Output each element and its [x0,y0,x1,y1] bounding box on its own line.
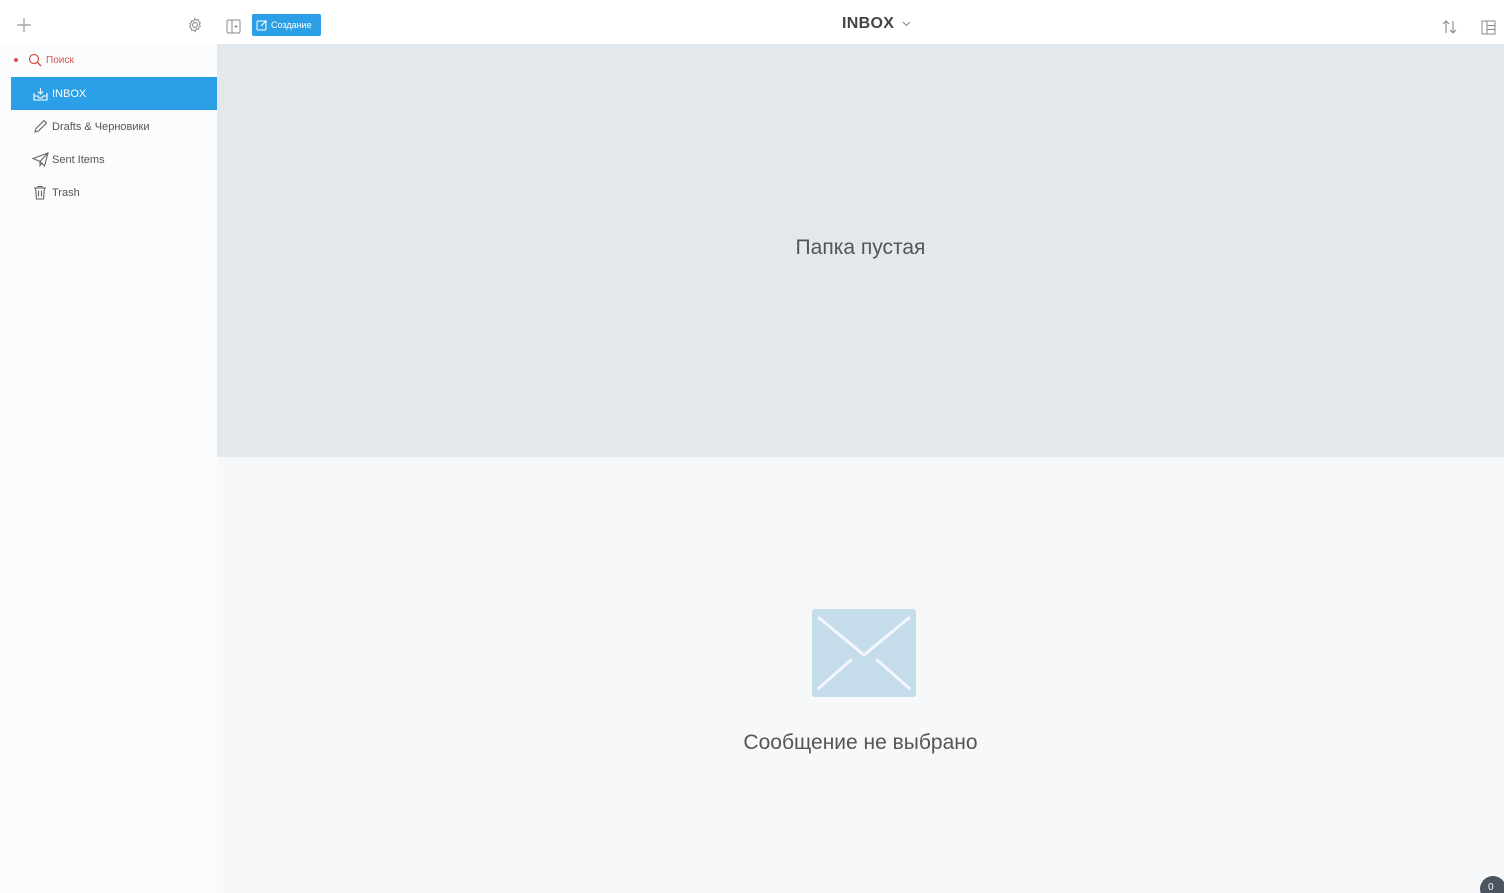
settings-button[interactable] [186,16,204,34]
folder-title: INBOX [842,15,895,32]
notification-badge[interactable]: 0 [1480,876,1504,893]
badge-count: 0 [1488,882,1494,893]
trash-icon [30,185,50,200]
sidebar-item-label: Drafts & Черновики [52,120,150,133]
sidebar-item-label: INBOX [52,87,87,100]
message-preview-pane: Сообщение не выбрано [217,457,1504,893]
add-account-button[interactable] [15,16,33,34]
inbox-icon [30,87,50,101]
sidebar-item-trash[interactable]: Trash [11,176,217,209]
envelope-icon [812,609,916,697]
sidebar-item-label: Trash [52,186,80,199]
pencil-icon [30,119,50,134]
search-icon [28,53,42,67]
columns-icon [1481,20,1495,34]
folder-sidebar: Поиск INBOX Drafts & Черновики Sent Item… [0,44,217,893]
empty-folder-message: Папка пустая [795,236,926,259]
sidebar-item-label: Sent Items [52,153,105,166]
compose-label: Создание [271,20,312,30]
sort-button[interactable] [1440,18,1460,36]
sidebar-item-sent[interactable]: Sent Items [11,143,217,176]
gear-icon [189,17,201,33]
sort-icon [1442,20,1457,34]
sidebar-item-drafts[interactable]: Drafts & Черновики [11,110,217,143]
compose-button[interactable]: Создание [252,14,321,36]
search-indicator-dot [14,58,18,62]
toggle-layout-button[interactable] [224,17,242,35]
paper-plane-icon [30,152,50,167]
no-message-selected: Сообщение не выбрано [743,731,978,754]
view-layout-button[interactable] [1479,18,1497,36]
layout-toggle-icon [226,19,240,33]
folder-title-dropdown[interactable]: INBOX [842,15,911,33]
top-toolbar: Создание INBOX [0,0,1504,44]
compose-icon [256,20,267,31]
message-list-pane: Папка пустая [217,44,1504,457]
plus-icon [17,18,31,32]
search-button[interactable]: Поиск [0,50,217,70]
search-label: Поиск [46,54,74,66]
chevron-down-icon [902,21,911,27]
sidebar-item-inbox[interactable]: INBOX [11,77,217,110]
